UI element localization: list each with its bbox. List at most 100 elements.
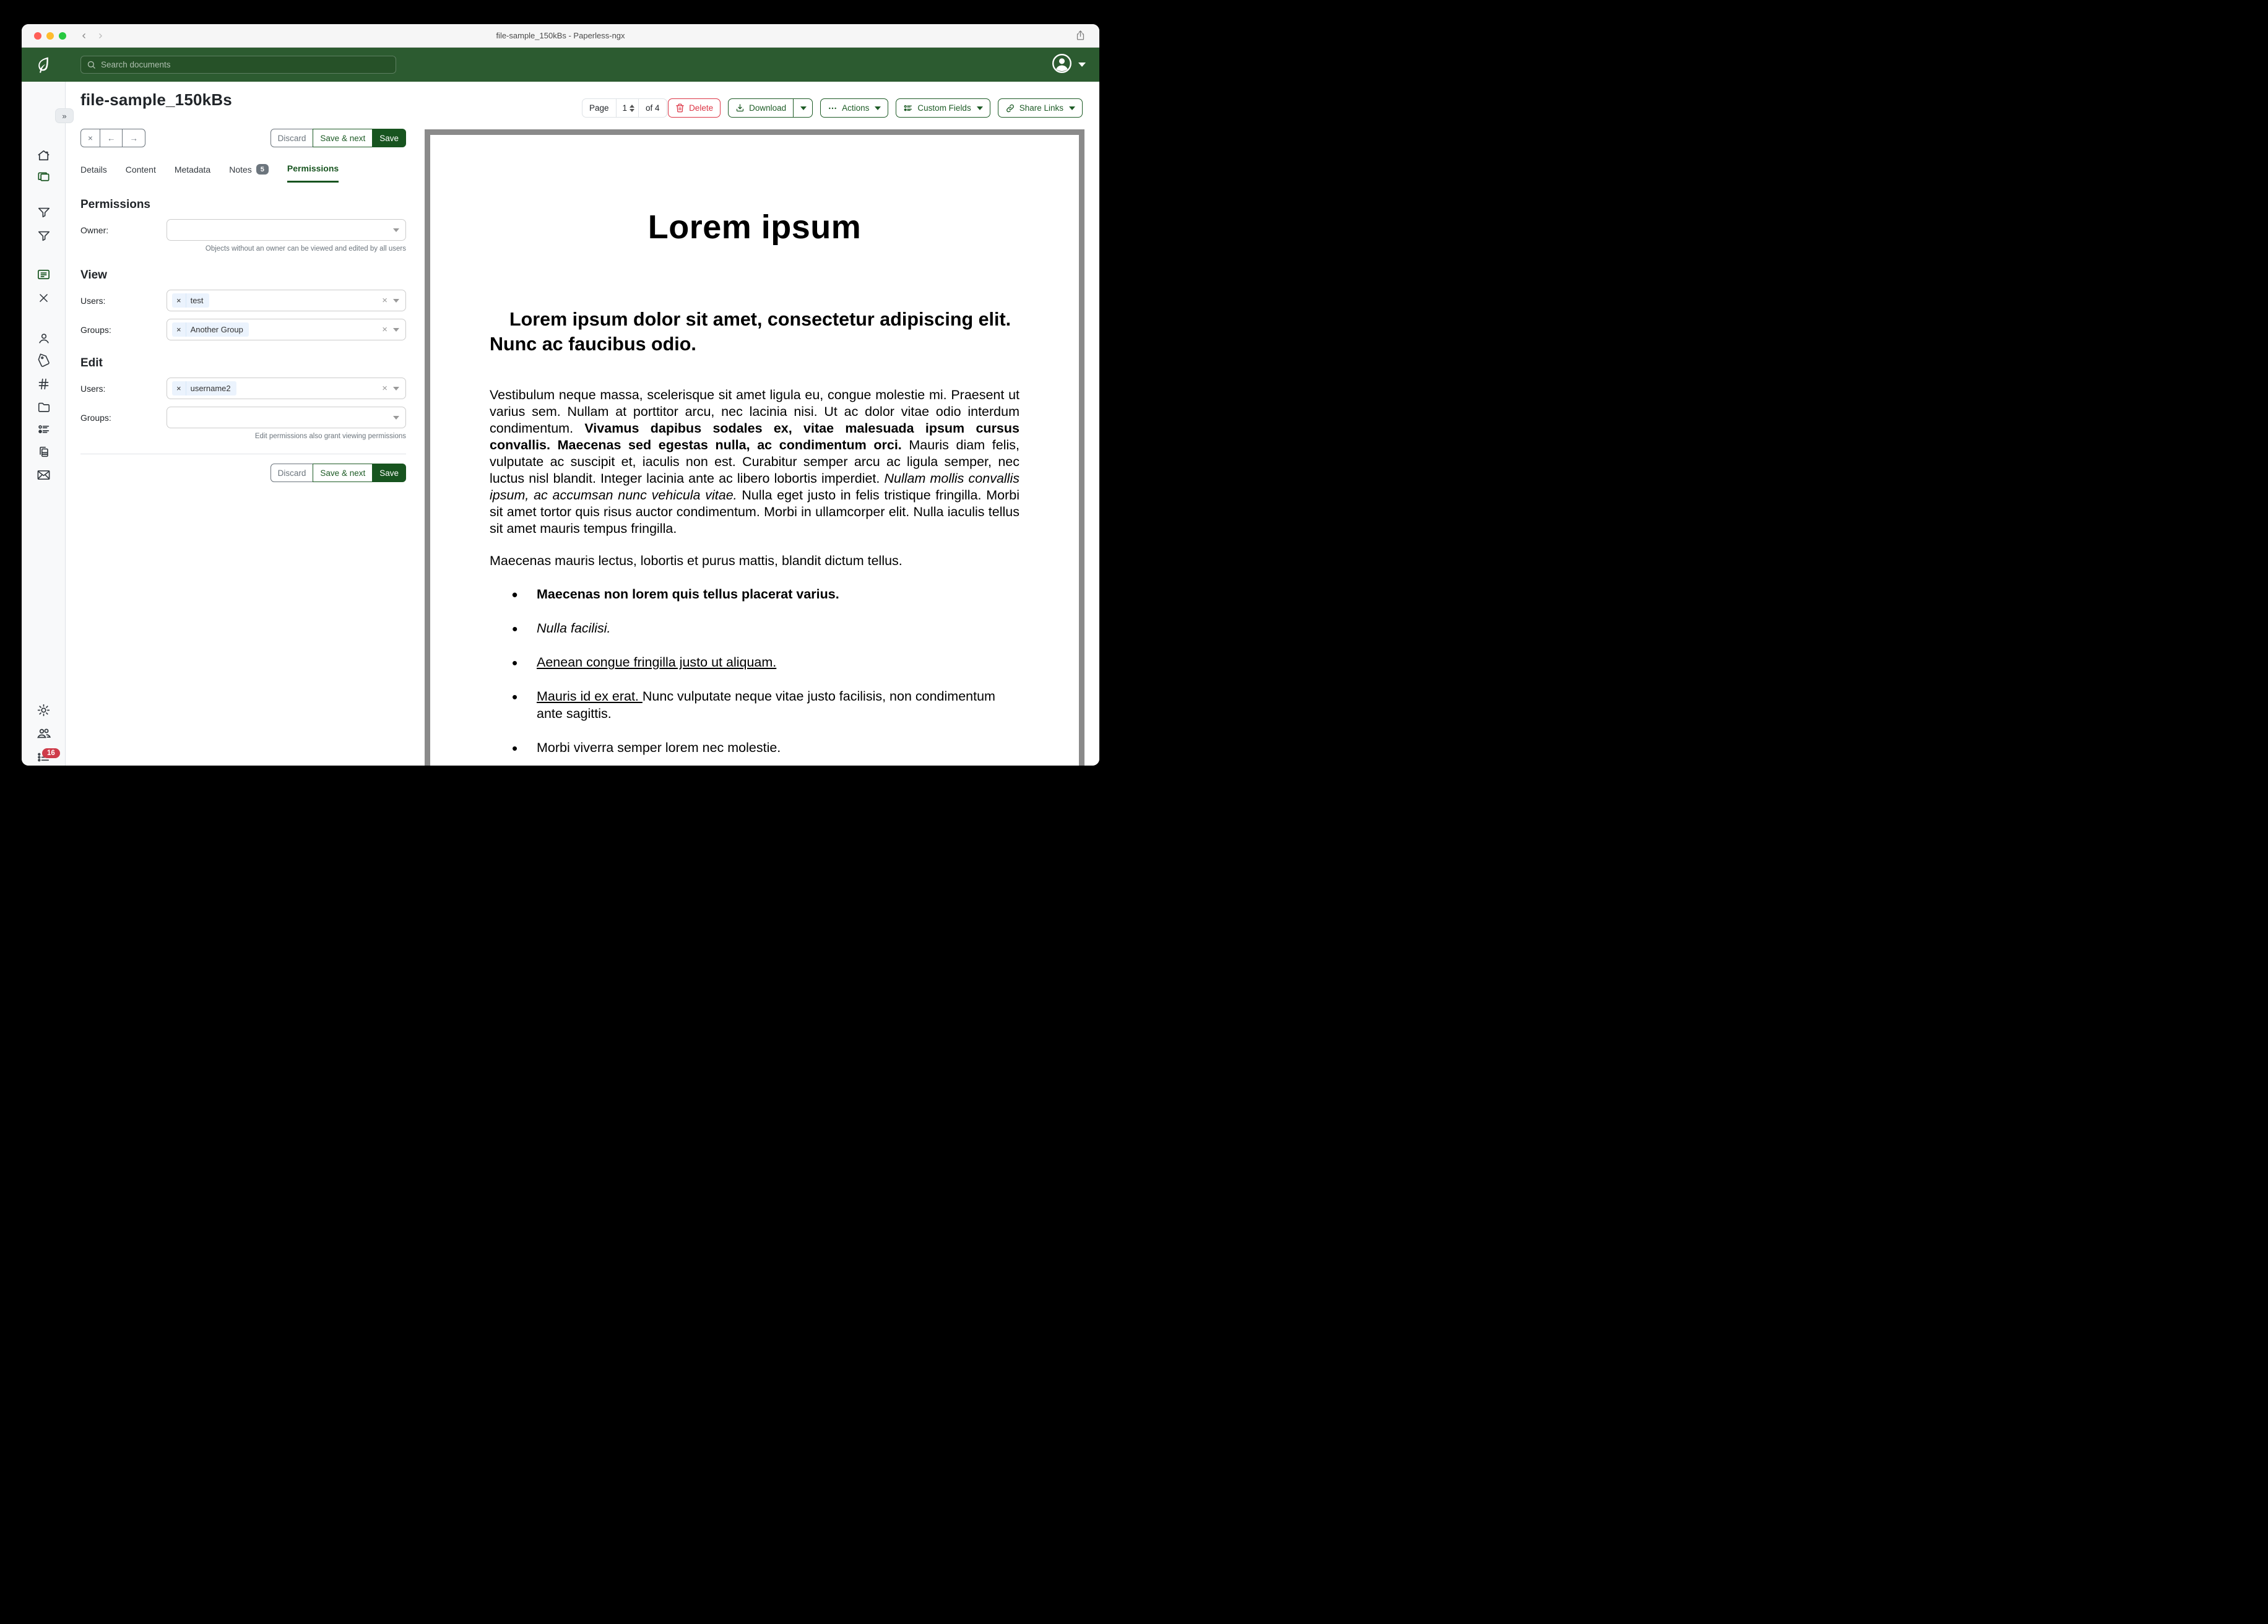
view-groups-label: Groups: [80, 325, 167, 335]
sidebar-item-saved-view-2[interactable] [22, 229, 66, 243]
edit-groups-select[interactable] [167, 407, 406, 428]
document-note-icon [37, 267, 51, 282]
tab-notes[interactable]: Notes5 [229, 164, 269, 182]
pdf-paragraph-1: Vestibulum neque massa, scelerisque sit … [490, 387, 1019, 538]
chevron-down-icon [393, 416, 399, 420]
share-links-button[interactable]: Share Links [998, 98, 1083, 118]
sidebar-item-saved-view-1[interactable] [22, 205, 66, 219]
previous-document-button[interactable]: ← [100, 129, 123, 147]
edit-users-select[interactable]: × username2 × [167, 378, 406, 399]
chevron-down-icon [1078, 63, 1086, 67]
discard-button[interactable]: Discard [271, 464, 314, 482]
save-next-button[interactable]: Save & next [313, 464, 373, 482]
chip-remove-icon[interactable]: × [172, 293, 186, 308]
page-label: Page [582, 99, 616, 117]
chip-label: Another Group [186, 322, 249, 337]
save-next-button[interactable]: Save & next [313, 129, 373, 147]
sidebar-expand-button[interactable]: » [55, 108, 74, 123]
chip-label: username2 [186, 381, 236, 395]
clear-icon[interactable]: × [382, 295, 387, 306]
page-number-input[interactable]: 1 [616, 99, 639, 117]
sidebar-item-users-groups[interactable] [22, 726, 66, 741]
save-button[interactable]: Save [372, 464, 406, 482]
sidebar-item-close-all[interactable] [22, 292, 66, 304]
chevron-down-icon [977, 106, 983, 110]
share-icon[interactable] [1075, 29, 1086, 45]
download-split-button: Download [728, 98, 813, 118]
sidebar-item-storage-paths[interactable] [22, 400, 66, 414]
chip-label: test [186, 293, 209, 308]
chevron-down-icon [393, 299, 399, 303]
delete-button[interactable]: Delete [668, 98, 721, 118]
download-button[interactable]: Download [728, 98, 794, 118]
minimize-window-button[interactable] [46, 32, 54, 40]
selected-chip: × test [172, 293, 209, 308]
tasks-count-badge: 16 [42, 748, 60, 758]
custom-fields-label: Custom Fields [917, 103, 971, 113]
tab-permissions[interactable]: Permissions [287, 163, 339, 183]
view-users-select[interactable]: × test × [167, 290, 406, 311]
page-spinner[interactable] [630, 105, 634, 112]
pdf-preview-frame[interactable]: Lorem ipsum Lorem ipsum dolor sit amet, … [425, 129, 1084, 766]
window-titlebar: file-sample_150kBs - Paperless-ngx [22, 24, 1099, 48]
tab-details[interactable]: Details [80, 165, 107, 182]
save-button[interactable]: Save [372, 129, 406, 147]
sidebar-item-settings[interactable] [22, 703, 66, 717]
clear-icon[interactable]: × [382, 383, 387, 394]
paperless-logo-icon[interactable] [22, 55, 66, 75]
page-number-value: 1 [623, 103, 628, 113]
save-actions-group-bottom: Discard Save & next Save [271, 464, 406, 482]
owner-select[interactable] [167, 219, 406, 241]
discard-button[interactable]: Discard [271, 129, 314, 147]
funnel-icon [37, 229, 51, 243]
window-title: file-sample_150kBs - Paperless-ngx [22, 31, 1099, 40]
chip-remove-icon[interactable]: × [172, 322, 186, 337]
sidebar-item-documents[interactable] [22, 170, 66, 184]
chevron-down-icon [800, 106, 807, 110]
share-links-label: Share Links [1019, 103, 1063, 113]
pdf-bullet-item: Morbi viverra semper lorem nec molestie. [512, 740, 1019, 757]
home-icon [37, 149, 51, 163]
close-window-button[interactable] [34, 32, 41, 40]
sidebar-item-workflows[interactable] [22, 445, 66, 459]
user-menu[interactable] [1052, 53, 1086, 77]
sidebar-item-open-document[interactable] [22, 267, 66, 282]
custom-fields-button[interactable]: Custom Fields [896, 98, 990, 118]
view-users-label: Users: [80, 296, 167, 306]
selected-chip: × Another Group [172, 322, 249, 337]
file-stack-icon [37, 445, 51, 459]
document-toolbar: Page 1 of 4 Delete Downlo [582, 98, 1083, 118]
sidebar-item-correspondents[interactable] [22, 332, 66, 345]
sidebar-item-tags[interactable] [22, 355, 66, 368]
chip-remove-icon[interactable]: × [172, 381, 186, 395]
sidebar-item-mail[interactable] [22, 468, 66, 482]
sidebar-item-dashboard[interactable] [22, 149, 66, 163]
view-groups-select[interactable]: × Another Group × [167, 319, 406, 340]
funnel-icon [37, 205, 51, 219]
gear-icon [37, 703, 51, 717]
close-document-button[interactable]: × [80, 129, 100, 147]
actions-button[interactable]: Actions [820, 98, 888, 118]
back-icon[interactable] [80, 31, 88, 41]
document-edit-panel: file-sample_150kBs × ← → Discard Save & … [80, 82, 406, 482]
next-document-button[interactable]: → [122, 129, 145, 147]
download-options-button[interactable] [793, 98, 813, 118]
field-list-icon [903, 103, 913, 113]
folder-icon [37, 400, 51, 414]
clear-icon[interactable]: × [382, 324, 387, 335]
forward-icon[interactable] [97, 31, 105, 41]
search-input[interactable] [101, 60, 390, 69]
zoom-window-button[interactable] [59, 32, 66, 40]
link-icon [1005, 103, 1015, 113]
owner-label: Owner: [80, 225, 167, 235]
chevron-down-icon [875, 106, 881, 110]
document-title: file-sample_150kBs [80, 90, 406, 110]
sidebar-item-document-types[interactable] [22, 378, 66, 391]
envelope-icon [37, 468, 51, 482]
sidebar-item-custom-fields[interactable] [22, 423, 66, 436]
tab-metadata[interactable]: Metadata [175, 165, 210, 182]
pdf-heading: Lorem ipsum dolor sit amet, consectetur … [490, 307, 1019, 357]
tab-content[interactable]: Content [126, 165, 156, 182]
edit-help-text: Edit permissions also grant viewing perm… [80, 433, 406, 440]
tab-label: Permissions [287, 163, 339, 173]
